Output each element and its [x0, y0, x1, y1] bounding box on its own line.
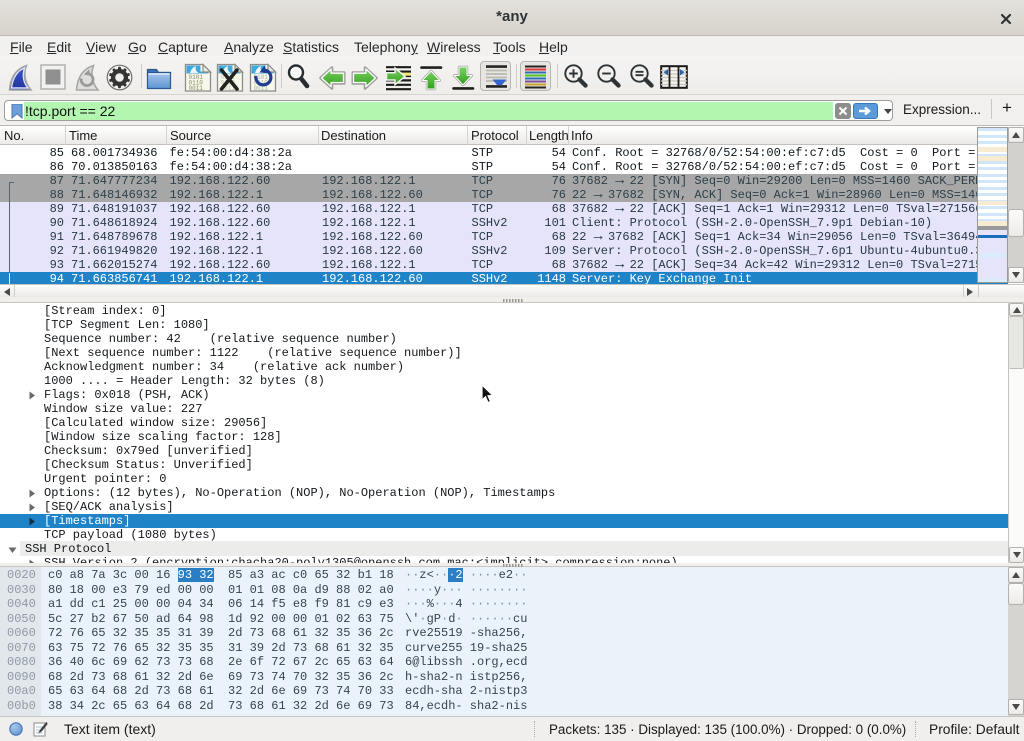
svg-text:0011: 0011 — [189, 85, 204, 92]
